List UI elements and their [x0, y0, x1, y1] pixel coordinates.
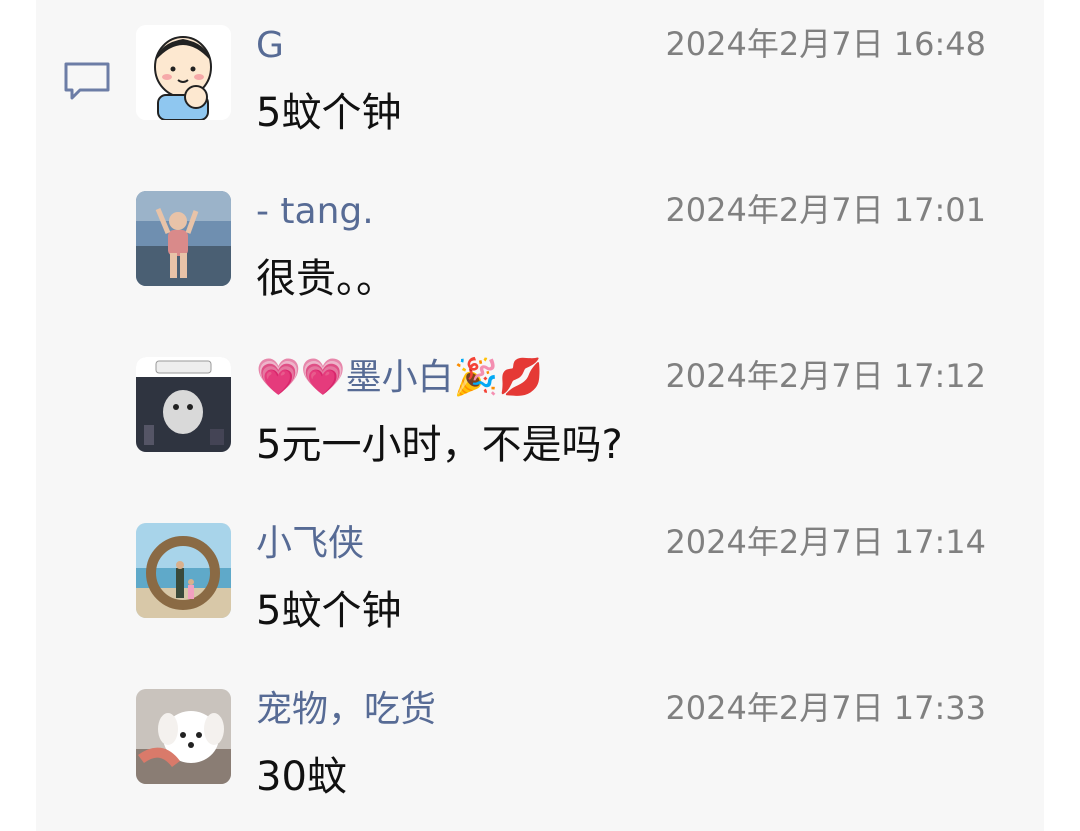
- commenter-name[interactable]: - tang.: [256, 188, 374, 236]
- avatar[interactable]: [136, 25, 231, 120]
- commenter-name[interactable]: 💗💗墨小白🎉💋: [256, 354, 543, 402]
- comment-text: 30蚊: [256, 754, 347, 800]
- comment-item: - tang. 2024年2月7日 17:01 很贵。。: [136, 166, 986, 306]
- sports-photo-avatar-icon: [136, 191, 231, 286]
- comment-text: 5元一小时，不是吗?: [256, 422, 623, 468]
- avatar[interactable]: [136, 191, 231, 286]
- commenter-name[interactable]: 小飞侠: [256, 520, 364, 568]
- commenter-name[interactable]: G: [256, 22, 284, 70]
- commenter-name[interactable]: 宠物，吃货: [256, 686, 436, 734]
- beach-photo-avatar-icon: [136, 523, 231, 618]
- comment-text: 很贵。。: [256, 256, 396, 302]
- avatar[interactable]: [136, 523, 231, 618]
- comment-item: G 2024年2月7日 16:48 5蚊个钟: [136, 0, 986, 140]
- comment-timestamp: 2024年2月7日 17:33: [665, 689, 986, 727]
- white-puppy-avatar-icon: [136, 689, 231, 784]
- comment-timestamp: 2024年2月7日 17:01: [665, 191, 986, 229]
- comment-text: 5蚊个钟: [256, 90, 402, 136]
- comment-item: 小飞侠 2024年2月7日 17:14 5蚊个钟: [136, 498, 986, 638]
- comment-item: 💗💗墨小白🎉💋 2024年2月7日 17:12 5元一小时，不是吗?: [136, 332, 986, 472]
- comment-timestamp: 2024年2月7日 17:14: [665, 523, 986, 561]
- comment-item: 宠物，吃货 2024年2月7日 17:33 30蚊: [136, 664, 986, 804]
- comment-timestamp: 2024年2月7日 17:12: [665, 357, 986, 395]
- avatar[interactable]: [136, 689, 231, 784]
- comment-text: 5蚊个钟: [256, 588, 402, 634]
- comment-timestamp: 2024年2月7日 16:48: [665, 25, 986, 63]
- cartoon-parent-baby-avatar-icon: [136, 25, 231, 120]
- avatar[interactable]: [136, 357, 231, 452]
- meme-avatar-icon: [136, 357, 231, 452]
- comment-icon: [64, 62, 110, 100]
